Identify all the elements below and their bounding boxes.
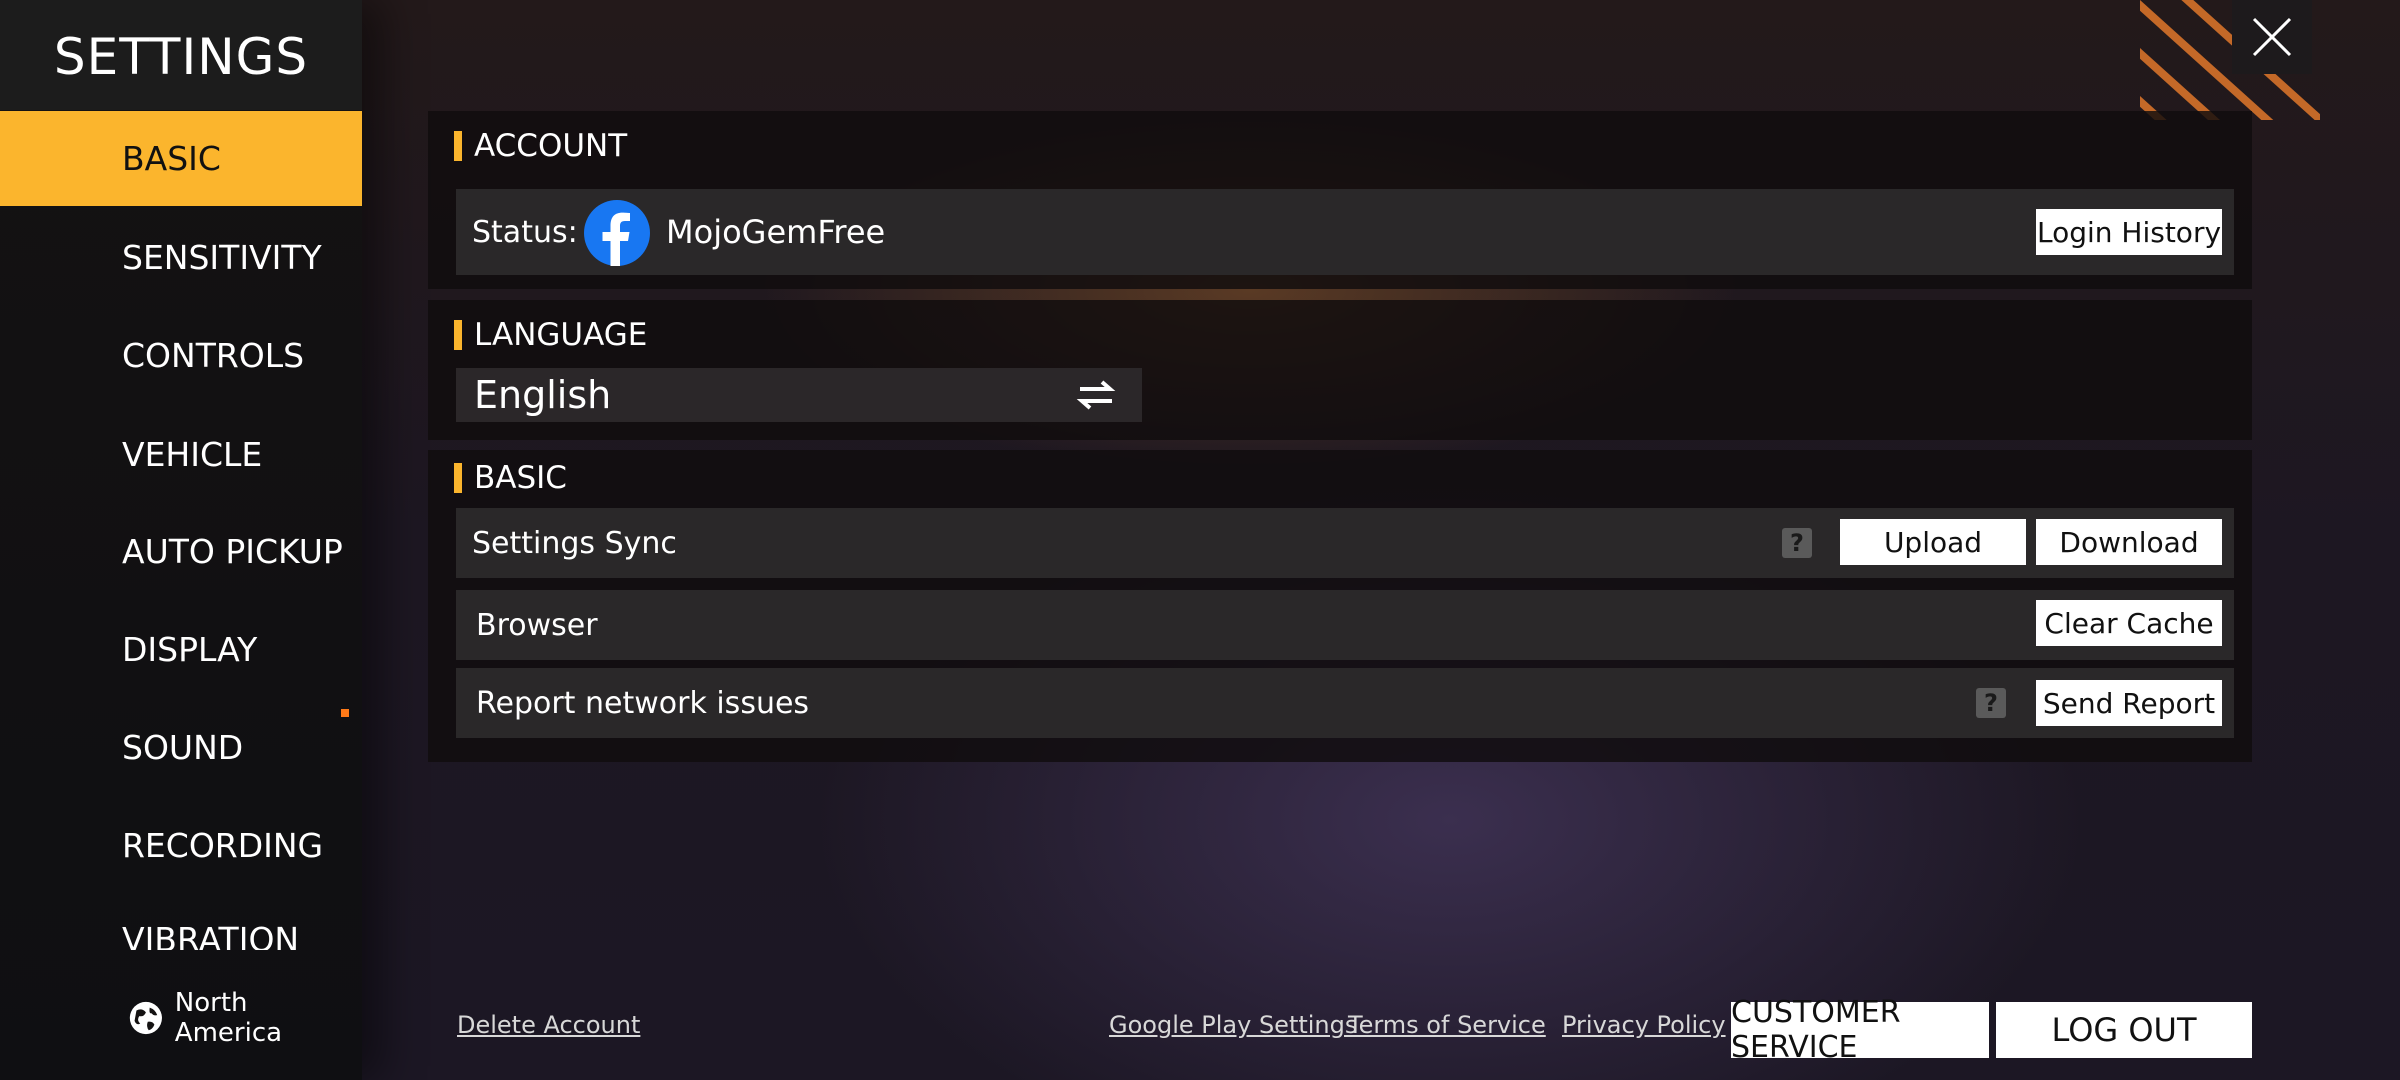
account-header: ACCOUNT [454,128,627,164]
terms-of-service-link[interactable]: Terms of Service [1348,1011,1546,1039]
language-selector[interactable]: English [456,368,1142,422]
sidebar-item-recording[interactable]: RECORDING [0,798,362,893]
sidebar-scroll-clip: VIBRATION [0,900,362,950]
sidebar-item-vibration[interactable]: VIBRATION [0,900,362,950]
close-icon [2252,17,2292,57]
account-username: MojoGemFree [666,213,886,251]
browser-row: Browser Clear Cache [456,590,2234,660]
globe-icon [129,1001,162,1035]
language-value: English [474,373,612,417]
send-report-button[interactable]: Send Report [2036,680,2222,726]
basic-header-label: BASIC [474,460,567,496]
upload-button[interactable]: Upload [1840,519,2026,565]
report-network-label: Report network issues [476,685,810,721]
section-marker [454,320,462,350]
browser-label: Browser [476,607,598,643]
privacy-policy-link[interactable]: Privacy Policy [1562,1011,1726,1039]
close-button[interactable] [2232,0,2312,74]
settings-sync-row: Settings Sync ? Upload Download [456,508,2234,578]
help-icon[interactable]: ? [1782,528,1812,558]
scroll-indicator [341,709,349,717]
sidebar-item-vehicle[interactable]: VEHICLE [0,407,362,502]
login-history-button[interactable]: Login History [2036,209,2222,255]
delete-account-link[interactable]: Delete Account [457,1011,640,1039]
sidebar: SETTINGS BASIC SENSITIVITY CONTROLS VEHI… [0,0,362,1080]
language-header-label: LANGUAGE [474,317,648,353]
sidebar-item-auto-pickup[interactable]: AUTO PICKUP [0,504,362,599]
page-title: SETTINGS [53,28,309,86]
account-status-row: Status: MojoGemFree Login History [456,189,2234,275]
basic-header: BASIC [454,460,567,496]
download-button[interactable]: Download [2036,519,2222,565]
sidebar-item-controls[interactable]: CONTROLS [0,308,362,403]
log-out-button[interactable]: LOG OUT [1996,1002,2252,1058]
sidebar-item-sound[interactable]: SOUND [0,700,362,795]
language-header: LANGUAGE [454,317,647,353]
region-selector[interactable]: North America [127,988,362,1048]
help-icon[interactable]: ? [1976,688,2006,718]
customer-service-button[interactable]: CUSTOMER SERVICE [1731,995,1989,1065]
account-header-label: ACCOUNT [474,128,628,164]
section-marker [454,463,462,493]
section-marker [454,131,462,161]
google-play-settings-link[interactable]: Google Play Settings [1109,1011,1357,1039]
sidebar-item-basic[interactable]: BASIC [0,111,362,206]
swap-icon [1076,380,1116,410]
region-label: North America [174,988,283,1048]
sidebar-item-display[interactable]: DISPLAY [0,602,362,697]
clear-cache-button[interactable]: Clear Cache [2036,600,2222,646]
facebook-icon [584,200,650,266]
sidebar-item-sensitivity[interactable]: SENSITIVITY [0,210,362,305]
settings-sync-label: Settings Sync [472,525,677,561]
status-label: Status: [472,214,578,250]
report-network-row: Report network issues ? Send Report [456,668,2234,738]
